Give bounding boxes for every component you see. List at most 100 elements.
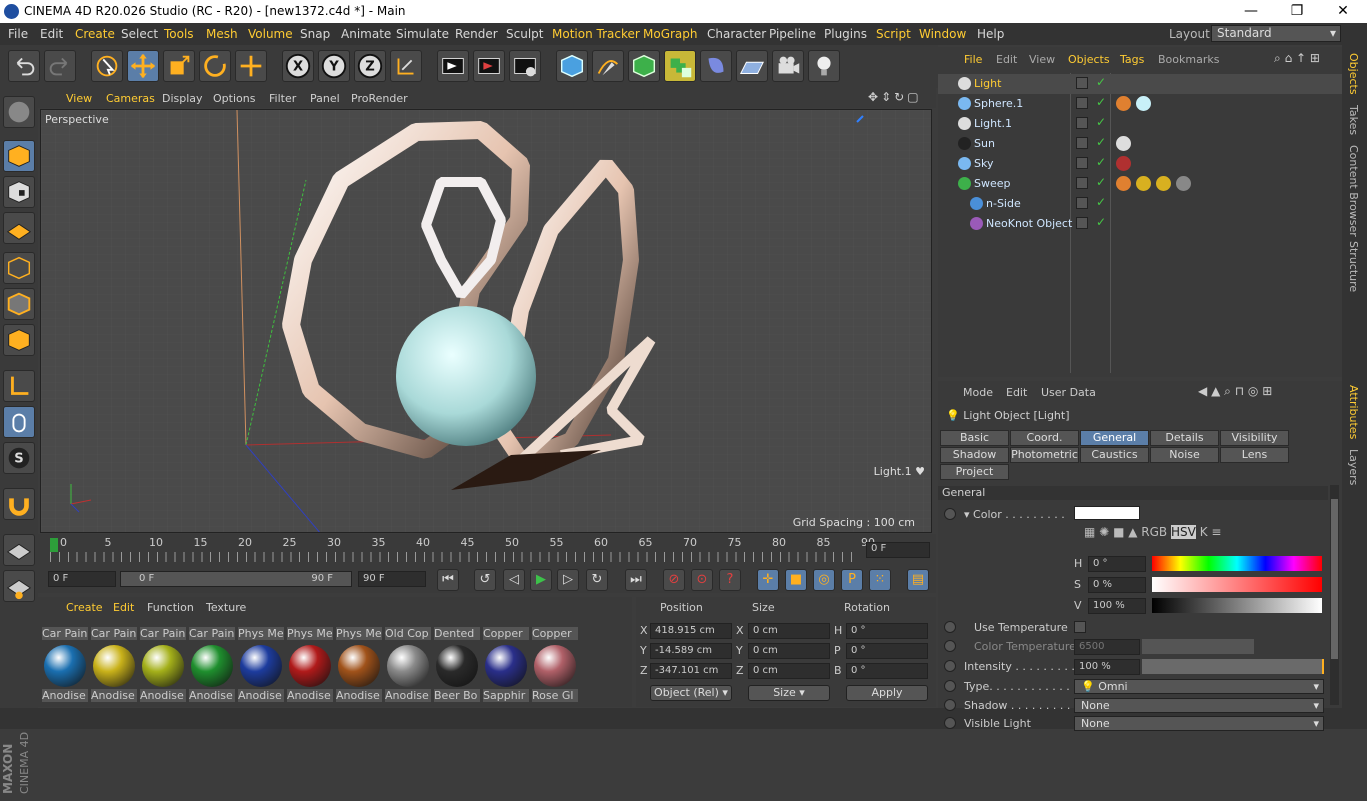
enabled-check-icon[interactable]: ✓ <box>1096 95 1106 109</box>
go-to-end-icon[interactable]: ⏭ <box>625 569 647 591</box>
object-menu-objects[interactable]: Objects <box>1068 53 1110 66</box>
x-axis-lock-icon[interactable]: X <box>282 50 314 82</box>
object-tag-icon[interactable] <box>1136 96 1151 111</box>
swatch-icon[interactable]: ■ <box>1113 525 1124 539</box>
layer-checkbox[interactable] <box>1076 157 1088 169</box>
rgb-icon[interactable]: RGB <box>1141 525 1167 539</box>
layer-checkbox[interactable] <box>1076 177 1088 189</box>
menu-file[interactable]: File <box>8 27 28 41</box>
value-field[interactable]: 100 % <box>1088 598 1146 614</box>
z-axis-lock-icon[interactable]: Z <box>354 50 386 82</box>
layer-checkbox[interactable] <box>1076 137 1088 149</box>
start-frame-field[interactable]: 0 F <box>48 571 116 587</box>
menu-tools[interactable]: Tools <box>164 27 194 41</box>
material-thumbnail[interactable]: Car Pain Anodise <box>140 619 186 702</box>
camera-icon[interactable] <box>772 50 804 82</box>
end-frame-field[interactable]: 90 F <box>358 571 426 587</box>
menu-mesh[interactable]: Mesh <box>206 27 238 41</box>
material-menu-function[interactable]: Function <box>147 601 194 614</box>
side-tab-layers[interactable]: Layers <box>1347 449 1360 485</box>
menu-pipeline[interactable]: Pipeline <box>769 27 816 41</box>
color-wheel-icon[interactable]: ▦ <box>1084 525 1095 539</box>
object-name[interactable]: Light <box>974 77 1001 90</box>
hue-slider[interactable] <box>1152 556 1322 571</box>
go-to-start-icon[interactable]: ⏮ <box>437 569 459 591</box>
tab-lens[interactable]: Lens <box>1220 447 1289 463</box>
mixer-icon[interactable]: ≡ <box>1211 525 1221 539</box>
value-slider[interactable] <box>1152 598 1322 613</box>
home-icon[interactable]: ⌂ <box>1285 51 1293 65</box>
material-thumbnail[interactable]: Old Cop Anodise <box>385 619 431 702</box>
object-name[interactable]: Sky <box>974 157 993 170</box>
search-icon[interactable]: ⌕ <box>1224 384 1231 398</box>
enabled-check-icon[interactable]: ✓ <box>1096 115 1106 129</box>
visible-light-radio[interactable] <box>944 717 956 729</box>
menu-volume[interactable]: Volume <box>248 27 293 41</box>
tab-details[interactable]: Details <box>1150 430 1219 446</box>
record-scale-icon[interactable]: ■ <box>785 569 807 591</box>
object-menu-edit[interactable]: Edit <box>996 53 1017 66</box>
menu-mograph[interactable]: MoGraph <box>643 27 698 41</box>
object-tag-icon[interactable] <box>1136 176 1151 191</box>
perspective-viewport[interactable]: Perspective Light.1 ♥ Grid Spacing : 100… <box>40 109 932 533</box>
material-menu-create[interactable]: Create <box>66 601 103 614</box>
object-row-sun[interactable]: Sun ✓ <box>938 134 1342 154</box>
layer-checkbox[interactable] <box>1076 97 1088 109</box>
search-icon[interactable]: ⌕ <box>1274 51 1281 65</box>
record-position-icon[interactable]: ✛ <box>757 569 779 591</box>
record-active-objects-icon[interactable]: ⊘ <box>663 569 685 591</box>
new-panel-icon[interactable]: ⊞ <box>1262 384 1272 398</box>
move-view-icon[interactable]: ✥ <box>868 90 878 104</box>
attribute-menu-mode[interactable]: Mode <box>963 386 993 399</box>
grid-plane-icon[interactable] <box>3 570 35 602</box>
coordinate-system-icon[interactable] <box>390 50 422 82</box>
side-tab-structure[interactable]: Structure <box>1347 241 1360 292</box>
picture-icon[interactable]: ▲ <box>1128 525 1137 539</box>
menu-snap[interactable]: Snap <box>300 27 330 41</box>
intensity-slider[interactable] <box>1142 659 1324 674</box>
object-name[interactable]: n-Side <box>986 197 1021 210</box>
color-temperature-field[interactable]: 6500 <box>1074 639 1140 655</box>
rotate-tool-icon[interactable] <box>199 50 231 82</box>
move-tool-icon[interactable] <box>127 50 159 82</box>
layout-select[interactable]: Standard <box>1211 25 1341 42</box>
menu-help[interactable]: Help <box>977 27 1004 41</box>
layer-checkbox[interactable] <box>1076 197 1088 209</box>
timeline[interactable]: 051015202530354045505560657075808590 0 F <box>38 534 936 566</box>
viewport-menu-options[interactable]: Options <box>213 92 255 105</box>
timeline-ruler[interactable] <box>50 552 858 562</box>
play-icon[interactable]: ▶ <box>530 569 552 591</box>
menu-select[interactable]: Select <box>121 27 158 41</box>
attribute-scrollbar[interactable] <box>1330 485 1339 705</box>
attribute-menu-edit[interactable]: Edit <box>1006 386 1027 399</box>
tab-photometric[interactable]: Photometric <box>1010 447 1079 463</box>
menu-window[interactable]: Window <box>919 27 966 41</box>
size-x-field[interactable]: 0 cm <box>748 623 830 639</box>
material-thumbnail[interactable]: Car Pain Anodise <box>42 619 88 702</box>
close-button[interactable]: ✕ <box>1320 0 1366 23</box>
arrow-up-icon[interactable]: ↑ <box>1296 51 1306 65</box>
timeline-playhead[interactable] <box>50 538 58 552</box>
tab-basic[interactable]: Basic <box>940 430 1009 446</box>
side-tab-attributes[interactable]: Attributes <box>1347 385 1360 439</box>
hsv-icon[interactable]: HSV <box>1171 525 1196 539</box>
object-name[interactable]: Sphere.1 <box>974 97 1023 110</box>
color-swatch[interactable] <box>1074 506 1140 520</box>
object-menu-tags[interactable]: Tags <box>1120 53 1144 66</box>
polygons-mode-icon[interactable] <box>3 324 35 356</box>
object-menu-bookmarks[interactable]: Bookmarks <box>1158 53 1219 66</box>
side-tab-objects[interactable]: Objects <box>1347 53 1360 95</box>
viewport-menu-display[interactable]: Display <box>162 92 203 105</box>
lock-icon[interactable]: ⊓ <box>1235 384 1244 398</box>
tab-noise[interactable]: Noise <box>1150 447 1219 463</box>
up-arrow-icon[interactable]: ▲ <box>1211 384 1220 398</box>
minimize-button[interactable]: — <box>1228 0 1274 23</box>
record-parameter-icon[interactable]: P <box>841 569 863 591</box>
light-bulb-icon[interactable] <box>808 50 840 82</box>
make-editable-icon[interactable] <box>3 96 35 128</box>
workplane-mode-icon[interactable] <box>3 212 35 244</box>
menu-character[interactable]: Character <box>707 27 766 41</box>
render-view-icon[interactable] <box>437 50 469 82</box>
rotation-p-field[interactable]: 0 ° <box>846 643 928 659</box>
rotate-view-icon[interactable]: ↻ <box>894 90 904 104</box>
